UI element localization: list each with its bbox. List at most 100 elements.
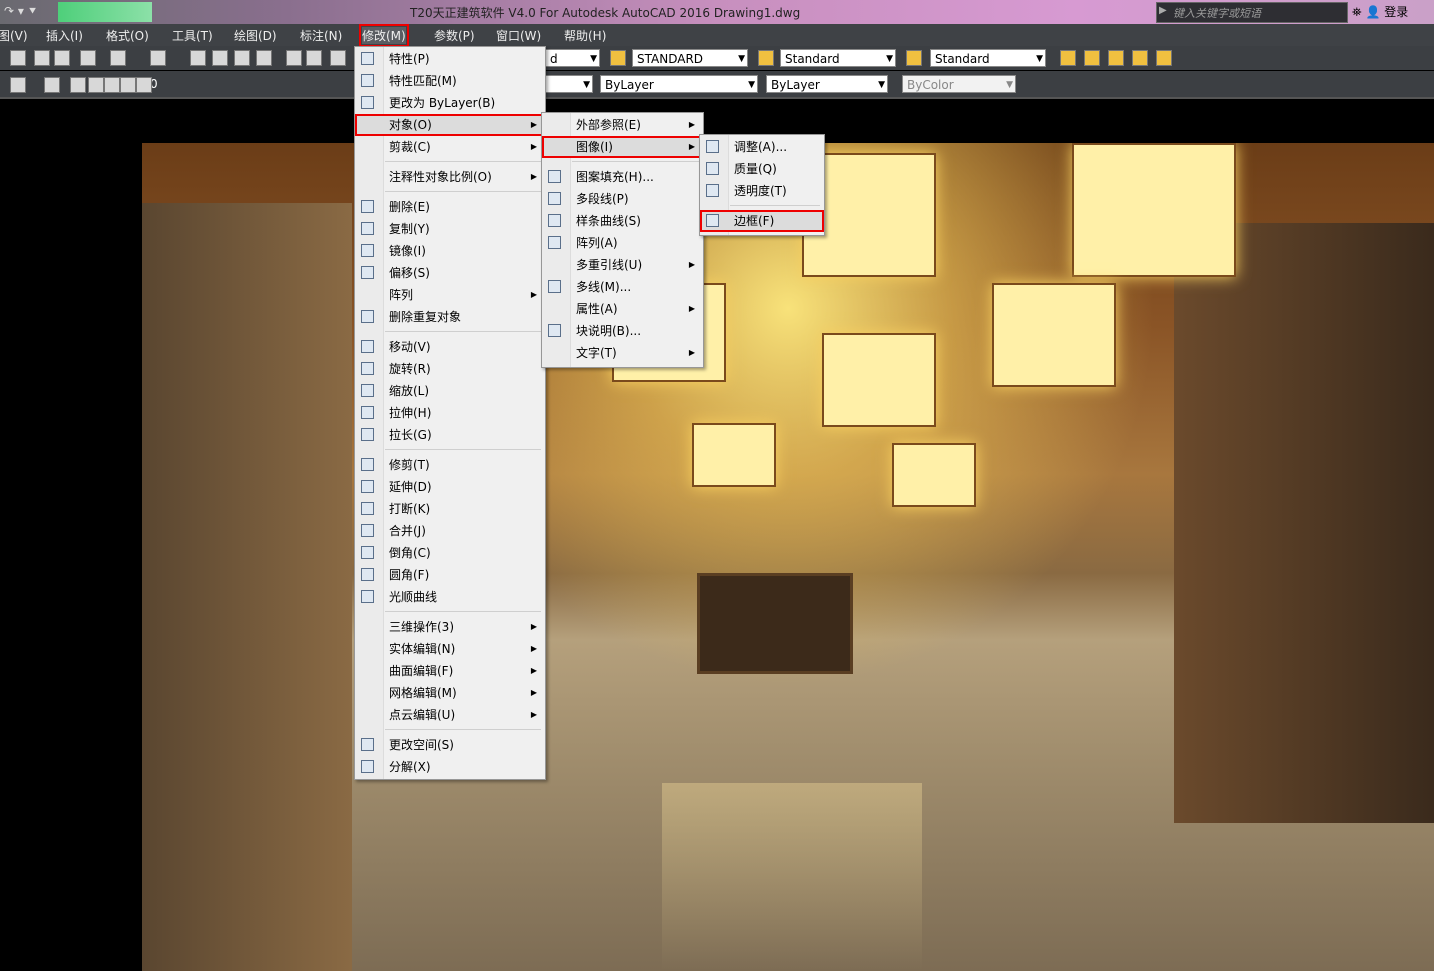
move-menu-item[interactable]: 移动(V) (355, 336, 545, 358)
style-combo[interactable]: d ▼ (545, 49, 600, 67)
property-combo[interactable]: ByColor ▼ (902, 75, 1016, 93)
binoculars-icon[interactable]: ⛯ (1352, 5, 1362, 19)
toolbar-icon[interactable] (234, 50, 250, 66)
menu-2[interactable]: 格式(O) (106, 27, 149, 44)
layer-icon[interactable] (104, 77, 120, 93)
submenu-menu-item[interactable]: 文字(T) ▶ (542, 342, 703, 364)
bylayer-menu-item[interactable]: 更改为 ByLayer(B) (355, 92, 545, 114)
pedit-menu-item[interactable]: 多段线(P) (542, 188, 703, 210)
block-desc-menu-item[interactable]: 块说明(B)... (542, 320, 703, 342)
stretch-menu-item[interactable]: 拉伸(H) (355, 402, 545, 424)
submenu-menu-item[interactable]: 三维操作(3) ▶ (355, 616, 545, 638)
menu-9[interactable]: 帮助(H) (564, 27, 606, 44)
rotate-menu-item[interactable]: 旋转(R) (355, 358, 545, 380)
properties-menu-item[interactable]: 特性(P) (355, 48, 545, 70)
layer-icon[interactable] (120, 77, 136, 93)
toolbar-icon[interactable] (1108, 50, 1124, 66)
toolbar-icon[interactable] (34, 50, 50, 66)
submenu-menu-item[interactable]: 属性(A) ▶ (542, 298, 703, 320)
mirror-menu-item[interactable]: 镜像(I) (355, 240, 545, 262)
toolbar-icon[interactable] (306, 50, 322, 66)
login-link[interactable]: 登录 (1384, 5, 1408, 19)
offset-menu-item[interactable]: 偏移(S) (355, 262, 545, 284)
toolbar-icon[interactable] (1132, 50, 1148, 66)
submenu-menu-item[interactable]: 点云编辑(U) ▶ (355, 704, 545, 726)
property-combo[interactable]: ▼ (545, 75, 593, 93)
drawing-canvas[interactable] (142, 143, 1434, 971)
submenu-menu-item[interactable]: 剪裁(C) ▶ (355, 136, 545, 158)
toolbar-icon[interactable] (54, 50, 70, 66)
break-menu-item[interactable]: 打断(K) (355, 498, 545, 520)
toolbar-icon[interactable] (1156, 50, 1172, 66)
toolbar-icon[interactable] (212, 50, 228, 66)
menu-5[interactable]: 标注(N) (300, 27, 342, 44)
toolbar-icon[interactable] (256, 50, 272, 66)
property-combo[interactable]: ByLayer ▼ (766, 75, 888, 93)
submenu-menu-item[interactable]: 对象(O) ▶ (355, 114, 545, 136)
toolbar-icon[interactable] (286, 50, 302, 66)
blend-menu-item[interactable]: 光顺曲线 (355, 586, 545, 608)
change-space-menu-item[interactable]: 更改空间(S) (355, 734, 545, 756)
submenu-menu-item[interactable]: 图像(I) ▶ (542, 136, 703, 158)
image-adjust-menu-item[interactable]: 调整(A)... (700, 136, 824, 158)
mline-edit-menu-item[interactable]: 多线(M)... (542, 276, 703, 298)
erase-menu-item[interactable]: 删除(E) (355, 196, 545, 218)
toolbar-icon[interactable] (80, 50, 96, 66)
toolbar-icon[interactable] (110, 50, 126, 66)
layer-icon[interactable] (44, 77, 60, 93)
spline-edit-menu-item[interactable]: 样条曲线(S) (542, 210, 703, 232)
scale-menu-item[interactable]: 缩放(L) (355, 380, 545, 402)
extend-menu-item[interactable]: 延伸(D) (355, 476, 545, 498)
quick-access-toolbar[interactable]: ↷ ▾ ⯆ (4, 4, 37, 19)
trim-menu-item[interactable]: 修剪(T) (355, 454, 545, 476)
search-placeholder: 键入关键字或短语 (1173, 7, 1261, 20)
overkill-menu-item[interactable]: 删除重复对象 (355, 306, 545, 328)
transparency-menu-item[interactable]: 透明度(T) (700, 180, 824, 202)
submenu-menu-item[interactable]: 网格编辑(M) ▶ (355, 682, 545, 704)
join-menu-item[interactable]: 合并(J) (355, 520, 545, 542)
explode-menu-item[interactable]: 分解(X) (355, 756, 545, 778)
style-combo[interactable]: STANDARD ▼ (632, 49, 748, 67)
hatch-edit-menu-item[interactable]: 图案填充(H)... (542, 166, 703, 188)
fillet-menu-item[interactable]: 圆角(F) (355, 564, 545, 586)
toolbar-icon[interactable] (1084, 50, 1100, 66)
submenu-menu-item[interactable]: 外部参照(E) ▶ (542, 114, 703, 136)
match-properties-menu-item[interactable]: 特性匹配(M) (355, 70, 545, 92)
menu-8[interactable]: 窗口(W) (496, 27, 541, 44)
menu-0[interactable]: 图(V) (0, 27, 28, 44)
menu-6[interactable]: 修改(M) (359, 24, 409, 47)
toolbar-icon[interactable] (610, 50, 626, 66)
lengthen-menu-item[interactable]: 拉长(G) (355, 424, 545, 446)
image-quality-menu-item[interactable]: 质量(Q) (700, 158, 824, 180)
toolbar-icon[interactable] (150, 50, 166, 66)
layer-icon[interactable] (136, 77, 152, 93)
submenu-menu-item[interactable]: 注释性对象比例(O) ▶ (355, 166, 545, 188)
menu-1[interactable]: 插入(I) (46, 27, 83, 44)
toolbar-icon[interactable] (190, 50, 206, 66)
toolbar-icon[interactable] (758, 50, 774, 66)
style-combo[interactable]: Standard ▼ (780, 49, 896, 67)
array-edit-menu-item[interactable]: 阵列(A) (542, 232, 703, 254)
user-icon[interactable]: 👤 (1365, 5, 1380, 19)
menu-3[interactable]: 工具(T) (172, 27, 213, 44)
toolbar-icon[interactable] (330, 50, 346, 66)
search-box[interactable]: ▶ 键入关键字或短语 (1156, 2, 1348, 23)
layer-icon[interactable] (88, 77, 104, 93)
submenu-menu-item[interactable]: 曲面编辑(F) ▶ (355, 660, 545, 682)
property-combo[interactable]: ByLayer ▼ (600, 75, 758, 93)
toolbar-icon[interactable] (906, 50, 922, 66)
submenu-menu-item[interactable]: 阵列 ▶ (355, 284, 545, 306)
menu-7[interactable]: 参数(P) (434, 27, 475, 44)
toolbar-icon[interactable] (10, 50, 26, 66)
menu-4[interactable]: 绘图(D) (234, 27, 277, 44)
layer-icon[interactable] (10, 77, 26, 93)
frame-menu-item[interactable]: 边框(F) (700, 210, 824, 232)
search-expand-icon[interactable]: ▶ (1159, 5, 1167, 16)
copy-menu-item[interactable]: 复制(Y) (355, 218, 545, 240)
layer-icon[interactable] (70, 77, 86, 93)
submenu-menu-item[interactable]: 多重引线(U) ▶ (542, 254, 703, 276)
toolbar-icon[interactable] (1060, 50, 1076, 66)
submenu-menu-item[interactable]: 实体编辑(N) ▶ (355, 638, 545, 660)
style-combo[interactable]: Standard ▼ (930, 49, 1046, 67)
chamfer-menu-item[interactable]: 倒角(C) (355, 542, 545, 564)
